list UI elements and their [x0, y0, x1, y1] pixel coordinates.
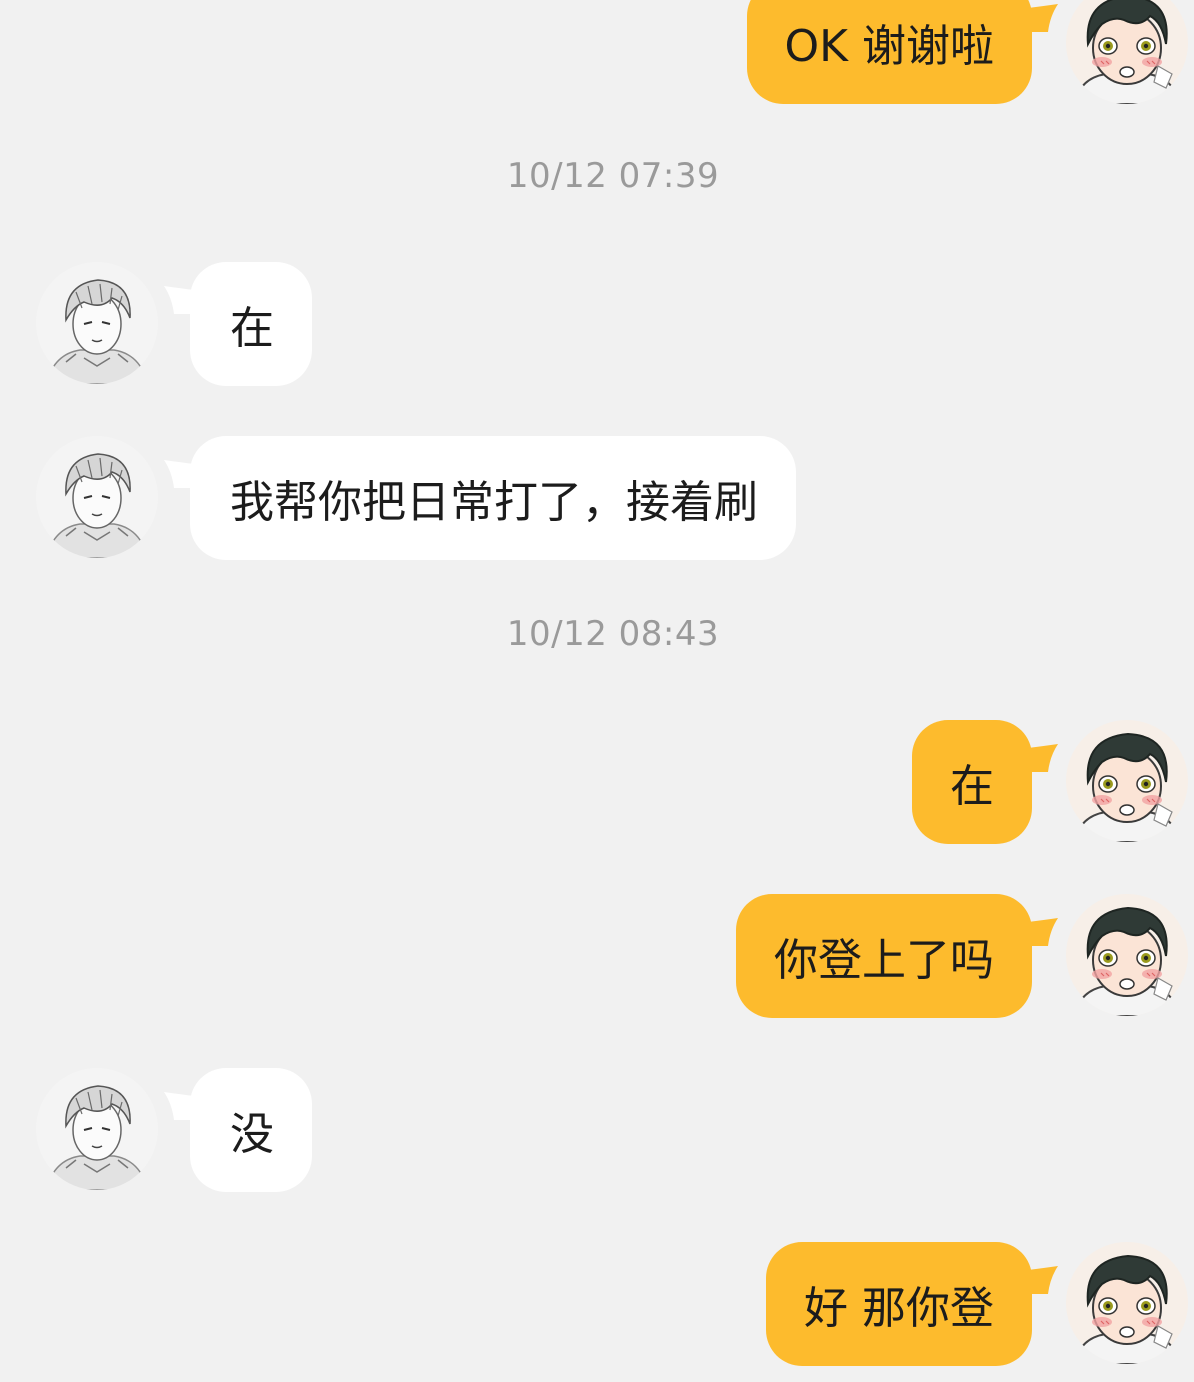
message-text: 没 [230, 1109, 274, 1160]
message-text: 你登上了吗 [774, 935, 994, 986]
message-bubble-incoming[interactable]: 在 [190, 262, 312, 386]
message-text: 我帮你把日常打了，接着刷 [230, 477, 758, 528]
message-text: 在 [950, 761, 994, 812]
message-bubble-outgoing[interactable]: 在 [912, 720, 1032, 844]
message-timestamp: 10/12 07:39 [506, 156, 720, 196]
bubble-tail-icon [1028, 1266, 1058, 1296]
bubble-tail-icon [164, 1092, 194, 1122]
anime-blushing-boy-avatar-icon[interactable] [1066, 0, 1188, 104]
chat-conversation[interactable]: OK 谢谢啦 10/12 07:39 在 我帮你把日常打了，接着刷 10/12 … [0, 0, 1194, 1382]
anime-blushing-boy-avatar-icon[interactable] [1066, 1242, 1188, 1364]
message-text: OK 谢谢啦 [784, 21, 994, 72]
message-bubble-outgoing[interactable]: 你登上了吗 [736, 894, 1032, 1018]
bubble-tail-icon [1028, 744, 1058, 774]
message-bubble-outgoing[interactable]: OK 谢谢啦 [746, 0, 1032, 104]
bubble-tail-icon [164, 286, 194, 316]
manga-boy-avatar-icon[interactable] [36, 1068, 158, 1190]
message-text: 在 [230, 303, 274, 354]
bubble-tail-icon [1028, 918, 1058, 948]
message-bubble-incoming[interactable]: 我帮你把日常打了，接着刷 [190, 436, 796, 560]
message-timestamp: 10/12 08:43 [506, 614, 720, 654]
bubble-tail-icon [1028, 4, 1058, 34]
manga-boy-avatar-icon[interactable] [36, 262, 158, 384]
anime-blushing-boy-avatar-icon[interactable] [1066, 894, 1188, 1016]
message-bubble-outgoing[interactable]: 好 那你登 [766, 1242, 1032, 1366]
manga-boy-avatar-icon[interactable] [36, 436, 158, 558]
message-bubble-incoming[interactable]: 没 [190, 1068, 312, 1192]
anime-blushing-boy-avatar-icon[interactable] [1066, 720, 1188, 842]
message-text: 好 那你登 [804, 1283, 994, 1334]
bubble-tail-icon [164, 460, 194, 490]
